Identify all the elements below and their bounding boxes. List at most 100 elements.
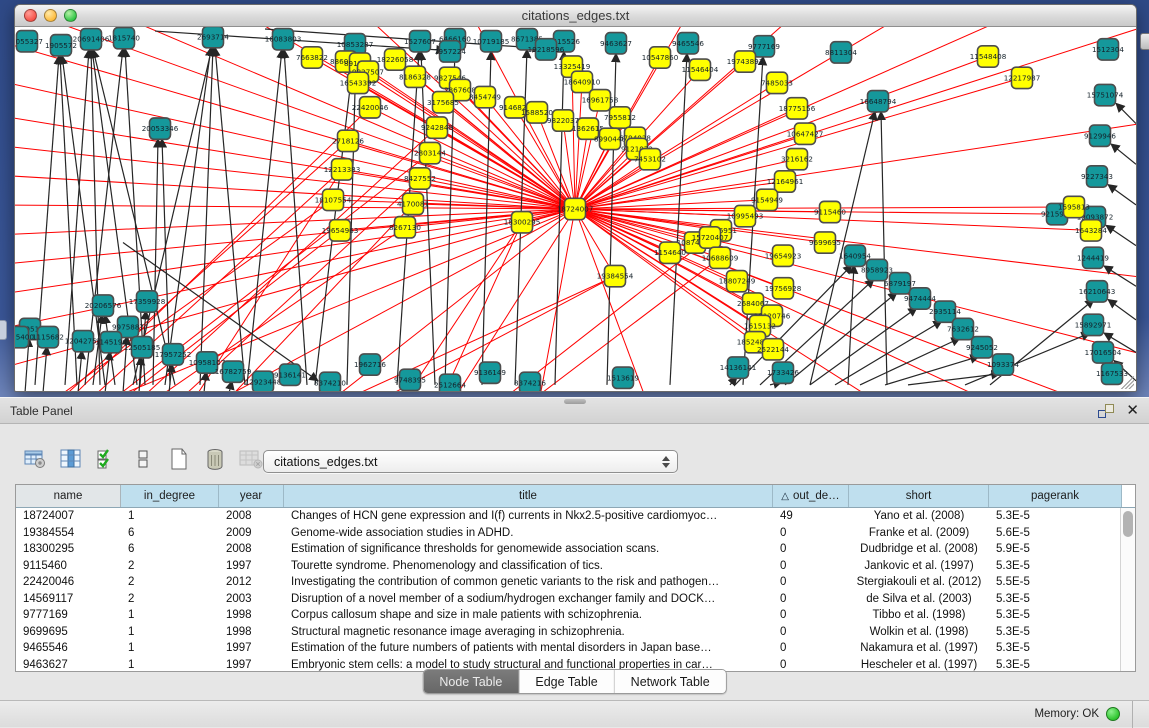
graph-node[interactable]: 20053346 (142, 118, 179, 139)
select-rows-icon[interactable] (92, 445, 122, 473)
graph-node[interactable]: 12213383 (324, 159, 361, 180)
graph-node[interactable]: 11548408 (970, 46, 1007, 67)
graph-node[interactable]: 9748395 (394, 369, 426, 390)
column-header-title[interactable]: title (284, 485, 773, 507)
graph-node-label: 9129946 (1084, 131, 1116, 140)
tab-edge-table[interactable]: Edge Table (519, 670, 614, 693)
table-row[interactable]: 977716911998Corpus callosum shape and si… (16, 607, 1135, 624)
delete-rows-icon[interactable] (200, 445, 230, 473)
graph-node[interactable]: 20691406 (73, 29, 110, 50)
table-row[interactable]: 969969511998Structural magnetic resonanc… (16, 624, 1135, 641)
cell-pagerank: 5.6E-5 (989, 527, 1122, 539)
scrollbar-thumb[interactable] (1123, 511, 1133, 537)
cell-pagerank: 5.5E-5 (989, 576, 1122, 588)
column-header-short[interactable]: short (849, 485, 989, 507)
float-panel-icon[interactable] (1098, 404, 1114, 418)
graph-node[interactable]: 4170081 (397, 193, 429, 214)
graph-node-label: 1815740 (108, 34, 140, 43)
citation-network-graph[interactable]: 2055327190557220691406181574026937141608… (15, 27, 1136, 391)
graph-node[interactable]: 10647427 (787, 123, 824, 144)
row-height-icon[interactable] (128, 445, 158, 473)
table-panel-titlebar[interactable]: Table Panel ✕ (0, 397, 1149, 424)
graph-node[interactable]: 1733426 (767, 362, 799, 383)
close-panel-icon[interactable]: ✕ (1126, 404, 1139, 418)
graph-node[interactable]: 7663822 (296, 47, 328, 68)
graph-node[interactable]: 9463627 (600, 33, 632, 54)
graph-node[interactable]: 1815740 (108, 28, 140, 49)
graph-edge (670, 53, 687, 384)
column-header-name[interactable]: name (16, 485, 121, 507)
graph-node[interactable]: 14136141 (720, 357, 757, 378)
table-row[interactable]: 911546021997Tourette syndrome. Phenomeno… (16, 558, 1135, 575)
column-header-year[interactable]: year (219, 485, 284, 507)
column-header-pagerank[interactable]: pagerank (989, 485, 1122, 507)
splitter-grip[interactable] (564, 399, 586, 404)
graph-node[interactable]: 1244419 (1077, 247, 1109, 268)
table-row[interactable]: 1830029562008Estimation of significance … (16, 541, 1135, 558)
vertical-scrollbar[interactable] (1120, 508, 1135, 671)
zoom-window-icon[interactable] (64, 9, 77, 22)
graph-node[interactable]: 11546404 (682, 59, 719, 80)
column-header-in_degree[interactable]: in_degree (121, 485, 219, 507)
cell-short: Dudbridge et al. (2008) (849, 543, 989, 555)
table-row[interactable]: 2242004622012Investigating the contribut… (16, 574, 1135, 591)
graph-node[interactable]: 15892971 (1075, 314, 1112, 335)
memory-ok-indicator[interactable] (1106, 707, 1120, 721)
graph-node[interactable]: 16648794 (860, 91, 897, 112)
table-selector-dropdown[interactable]: citations_edges.txt (263, 450, 678, 473)
graph-node[interactable]: 16210643 (1079, 281, 1116, 302)
graph-node[interactable]: 10688609 (702, 247, 739, 268)
cell-name: 9115460 (16, 560, 121, 572)
graph-node[interactable]: 2718126 (332, 130, 364, 151)
panel-collapse-handle[interactable] (0, 320, 7, 340)
close-window-icon[interactable] (24, 9, 37, 22)
graph-node[interactable]: 1962716 (354, 354, 386, 375)
graph-node[interactable]: 9699695 (809, 232, 841, 253)
graph-node[interactable]: 17359928 (129, 291, 166, 312)
window-titlebar[interactable]: citations_edges.txt (15, 5, 1136, 27)
graph-node[interactable]: 10719185 (473, 31, 510, 52)
table-row[interactable]: 1938455462009Genome-wide association stu… (16, 525, 1135, 542)
graph-node[interactable]: 1093374 (987, 354, 1019, 375)
window-resize-grip[interactable] (1121, 376, 1134, 389)
graph-node[interactable]: 17016504 (1085, 342, 1122, 363)
status-divider (1132, 701, 1133, 728)
minimize-window-icon[interactable] (44, 9, 57, 22)
graph-node-label: 1595813 (1058, 202, 1090, 211)
graph-node[interactable]: 19756928 (765, 278, 802, 299)
graph-node[interactable]: 9465546 (672, 33, 704, 54)
graph-node[interactable]: 9227343 (1081, 166, 1113, 187)
graph-node[interactable]: 10547860 (642, 47, 679, 68)
graph-node[interactable]: 2693714 (197, 27, 229, 48)
graph-node[interactable]: 9136149 (474, 362, 506, 383)
graph-node-label: 8267130 (389, 223, 421, 232)
table-row[interactable]: 946554611997Estimation of the future num… (16, 640, 1135, 657)
table-row[interactable]: 1872400712008Changes of HCN gene express… (16, 508, 1135, 525)
tab-node-table[interactable]: Node Table (423, 670, 519, 693)
graph-node[interactable]: 19654963 (322, 220, 359, 241)
column-visibility-icon[interactable] (56, 445, 86, 473)
table-settings-icon[interactable] (20, 445, 50, 473)
graph-node[interactable]: 19654923 (765, 245, 802, 266)
graph-node-label: 9136141 (274, 370, 306, 379)
graph-node[interactable]: 1513619 (607, 367, 639, 388)
table-row[interactable]: 1456911722003Disruption of a novel membe… (16, 591, 1135, 608)
graph-node[interactable]: 8374210 (314, 372, 346, 391)
new-file-icon[interactable] (164, 445, 194, 473)
network-canvas[interactable]: 2055327190557220691406181574026937141608… (15, 27, 1136, 391)
cell-pagerank: 5.3E-5 (989, 593, 1122, 605)
graph-node-label: 9463627 (600, 39, 632, 48)
graph-node[interactable]: 1527607 (404, 31, 436, 52)
graph-node[interactable]: 22420046 (352, 97, 389, 118)
graph-node[interactable]: 15751074 (1087, 84, 1124, 105)
graph-node[interactable]: 2512664 (434, 374, 466, 391)
graph-node[interactable]: 2055327 (15, 31, 43, 52)
graph-node[interactable]: 20206576 (85, 295, 122, 316)
graph-node[interactable]: 3216162 (781, 149, 813, 170)
graph-node-label: 9975887 (112, 322, 144, 331)
graph-node[interactable]: 19384554 (597, 265, 634, 286)
column-header-out_de[interactable]: △out_de… (773, 485, 849, 507)
background-window-sliver[interactable] (1140, 33, 1149, 50)
network-view-window[interactable]: citations_edges.txt 20553271905572206914… (14, 4, 1137, 392)
tab-network-table[interactable]: Network Table (615, 670, 726, 693)
